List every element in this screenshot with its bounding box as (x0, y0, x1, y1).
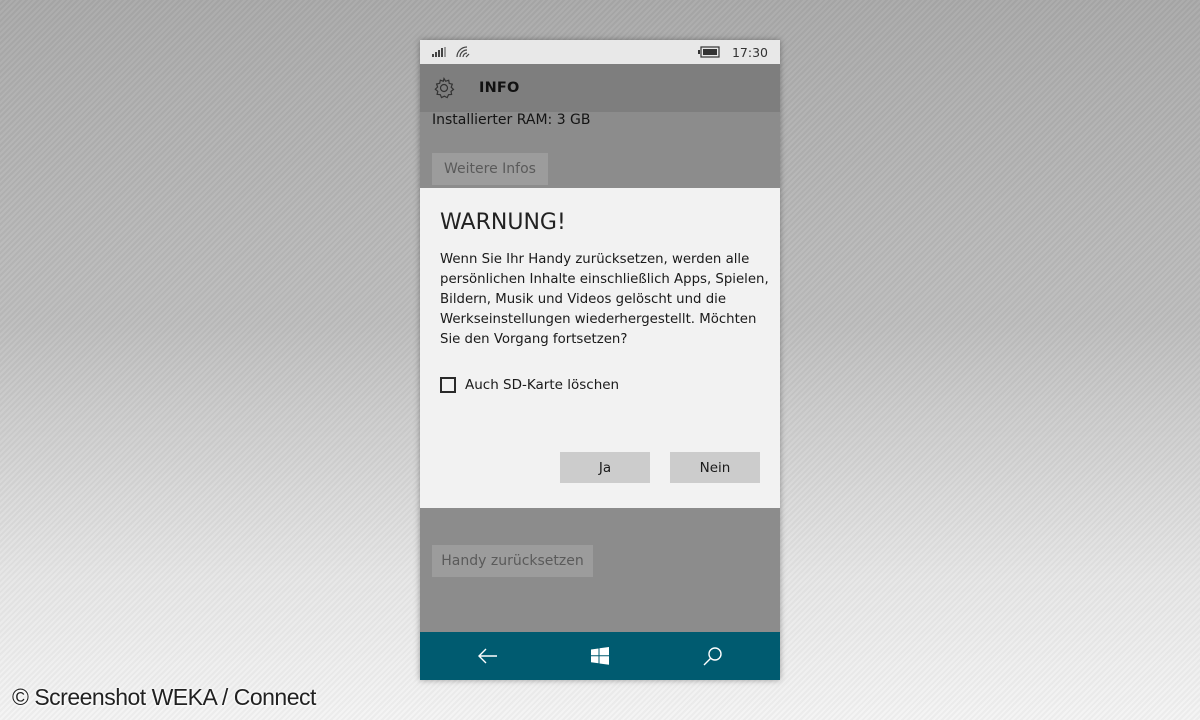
page-header: INFO (420, 64, 780, 112)
battery-charging-icon (697, 46, 720, 58)
sd-card-checkbox-label[interactable]: Auch SD-Karte löschen (465, 377, 619, 393)
windows-start-icon[interactable] (588, 644, 612, 668)
signal-icon (432, 47, 446, 57)
reset-phone-button: Handy zurücksetzen (432, 545, 593, 577)
warning-dialog: WARNUNG! Wenn Sie Ihr Handy zurücksetzen… (420, 188, 780, 508)
more-info-button: Weitere Infos (432, 153, 548, 185)
page-title: INFO (479, 80, 520, 96)
no-button[interactable]: Nein (670, 452, 760, 483)
search-icon[interactable] (701, 644, 725, 668)
phone-screen: 17:30 INFO Installierter RAM: 3 GB Weite… (420, 40, 780, 680)
dialog-message: Wenn Sie Ihr Handy zurücksetzen, werden … (440, 252, 769, 347)
sd-card-checkbox-row[interactable]: Auch SD-Karte löschen (440, 377, 619, 393)
gear-icon (434, 76, 455, 99)
wifi-icon (456, 46, 470, 58)
sd-card-checkbox[interactable] (440, 377, 456, 393)
status-time: 17:30 (731, 44, 768, 60)
dialog-title: WARNUNG! (440, 210, 566, 235)
installed-ram-text: Installierter RAM: 3 GB (432, 112, 591, 128)
copyright-watermark: © Screenshot WEKA / Connect (12, 684, 316, 710)
yes-button[interactable]: Ja (560, 452, 650, 483)
status-bar: 17:30 (420, 40, 780, 64)
navigation-bar (420, 632, 780, 680)
back-arrow-icon[interactable] (476, 644, 500, 668)
